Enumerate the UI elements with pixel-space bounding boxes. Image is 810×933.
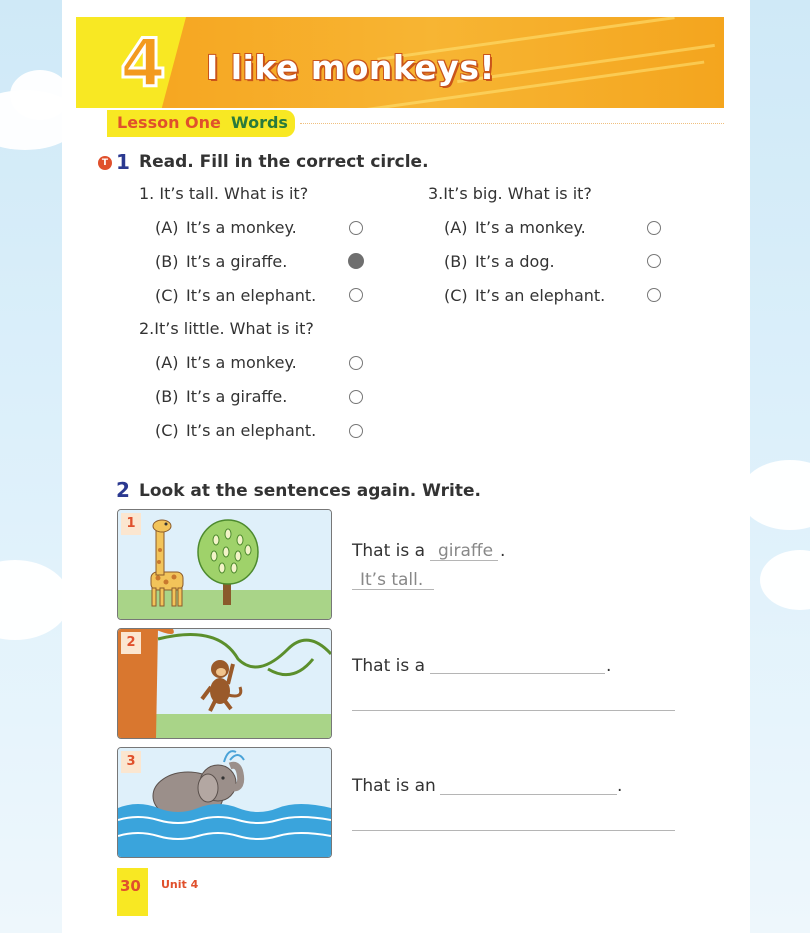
answer-circle[interactable] (349, 288, 363, 302)
divider (300, 123, 724, 124)
answer-circle[interactable] (647, 221, 661, 235)
answer-line (352, 589, 434, 590)
sentence-end: . (617, 776, 623, 796)
picture-number: 1 (121, 513, 141, 535)
answer-circle[interactable] (349, 390, 363, 404)
sentence-prefix: That is an (352, 776, 436, 796)
exercise-instruction: Read. Fill in the correct circle. (139, 152, 429, 172)
question-prompt: 2.It’s little. What is it? (139, 319, 314, 338)
answer-circle[interactable] (349, 424, 363, 438)
elephant-picture: 3 (117, 747, 332, 858)
answer-circle[interactable] (349, 221, 363, 235)
answer-circle[interactable] (349, 356, 363, 370)
answer-option: (A) It’s a monkey. (155, 353, 297, 372)
monkey-illustration (118, 629, 331, 738)
answer-line (440, 794, 617, 795)
answer-option: (A) It’s a monkey. (155, 218, 297, 237)
exercise-number: 1 (116, 150, 130, 174)
cloud-decoration (760, 550, 810, 610)
sentence-prefix: That is a (352, 541, 426, 561)
sentence-prefix: That is a (352, 656, 426, 676)
answer-line (430, 673, 605, 674)
answer-option: (B) It’s a dog. (444, 252, 555, 271)
lesson-label: Lesson One (117, 113, 221, 132)
answer-circle[interactable] (647, 288, 661, 302)
sentence-end: . (606, 656, 612, 676)
lesson-topic: Words (231, 113, 288, 132)
answer-line (352, 710, 675, 711)
answer-option: (C) It’s an elephant. (155, 421, 317, 440)
answer-circle[interactable] (647, 254, 661, 268)
exercise-instruction: Look at the sentences again. Write. (139, 481, 481, 501)
unit-number: 4 (119, 24, 168, 104)
page-number: 30 (120, 877, 141, 895)
unit-title: I like monkeys! (206, 48, 496, 87)
question-prompt: 3.It’s big. What is it? (428, 184, 592, 203)
monkey-picture: 2 (117, 628, 332, 739)
answer-circle-filled[interactable] (348, 253, 364, 269)
picture-number: 3 (121, 751, 141, 773)
teacher-badge-icon: T (98, 156, 112, 170)
giraffe-picture: 1 (117, 509, 332, 620)
written-answer[interactable]: giraffe (438, 541, 493, 561)
picture-number: 2 (121, 632, 141, 654)
cloud-decoration (10, 70, 70, 120)
elephant-illustration (118, 748, 331, 857)
answer-option: (B) It’s a giraffe. (155, 252, 288, 271)
answer-option: (A) It’s a monkey. (444, 218, 586, 237)
cloud-decoration (0, 560, 70, 640)
sentence-end: . (500, 541, 506, 561)
answer-option: (B) It’s a giraffe. (155, 387, 288, 406)
giraffe-illustration (118, 510, 331, 619)
exercise-number: 2 (116, 478, 130, 502)
answer-line (352, 830, 675, 831)
cloud-decoration (740, 460, 810, 530)
unit-footer-label: Unit 4 (161, 878, 199, 891)
answer-option: (C) It’s an elephant. (155, 286, 317, 305)
question-prompt: 1. It’s tall. What is it? (139, 184, 309, 203)
written-answer-line2[interactable]: It’s tall. (360, 570, 423, 590)
answer-line (430, 560, 498, 561)
answer-option: (C) It’s an elephant. (444, 286, 606, 305)
